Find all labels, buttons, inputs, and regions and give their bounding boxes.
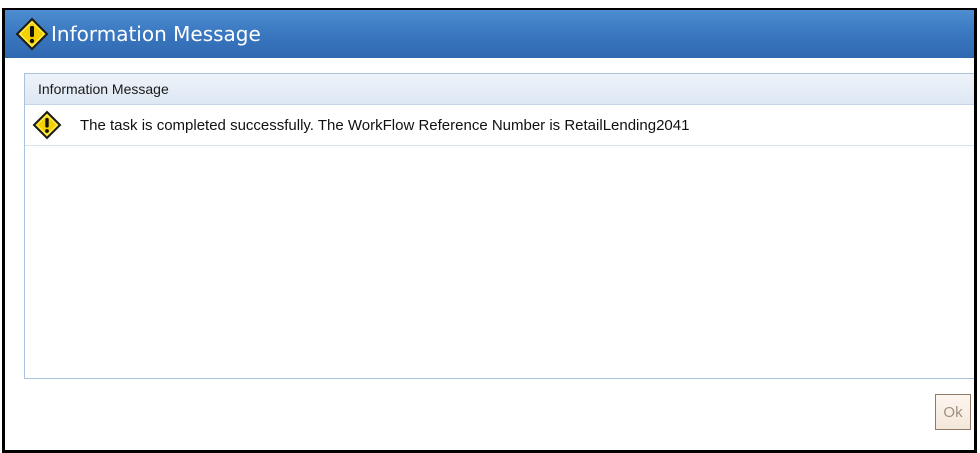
ok-button[interactable]: Ok — [935, 394, 971, 430]
panel-header: Information Message — [25, 74, 974, 105]
dialog-title: Information Message — [51, 22, 261, 46]
message-row: The task is completed successfully. The … — [25, 105, 974, 146]
message-panel: Information Message The task is complete… — [24, 73, 974, 379]
dialog-titlebar[interactable]: Information Message — [5, 10, 974, 58]
warning-icon — [32, 110, 62, 140]
message-text: The task is completed successfully. The … — [80, 116, 690, 134]
background-strip — [0, 0, 980, 8]
warning-icon — [15, 17, 49, 51]
information-dialog: Information Message Information Message … — [2, 8, 977, 453]
